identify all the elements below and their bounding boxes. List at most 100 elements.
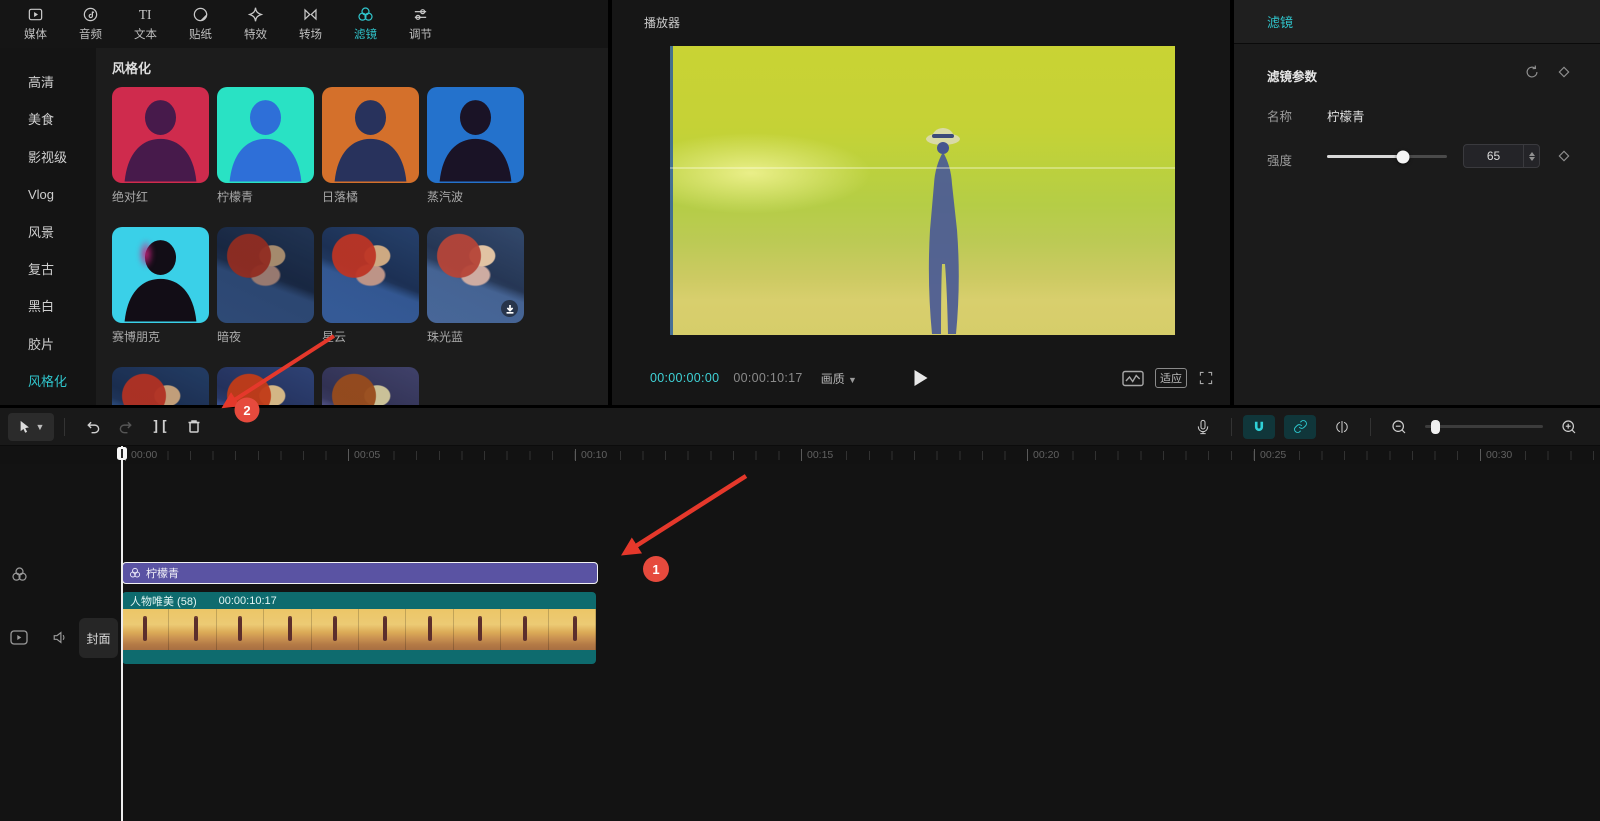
person-silhouette-icon	[112, 227, 209, 323]
filter-card[interactable]: 柠檬青	[217, 87, 314, 205]
filter-card[interactable]: 暗夜	[217, 227, 314, 345]
redo-button[interactable]	[109, 419, 143, 435]
tab-effects[interactable]: 特效	[228, 6, 283, 42]
category-hd[interactable]: 高清	[0, 64, 96, 101]
filter-card[interactable]: 珠光蓝	[427, 227, 524, 345]
trash-icon	[186, 418, 202, 435]
strength-slider[interactable]	[1327, 155, 1447, 158]
total-duration: 00:00:10:17	[733, 371, 802, 385]
snap-magnet-toggle[interactable]	[1243, 415, 1275, 439]
undo-button[interactable]	[75, 419, 109, 435]
filter-card[interactable]	[217, 367, 314, 405]
tab-sticker-label: 贴纸	[189, 26, 212, 42]
cover-button[interactable]: 封面	[79, 618, 118, 658]
tab-transition[interactable]: 转场	[283, 6, 338, 42]
record-voiceover-button[interactable]	[1186, 418, 1220, 436]
filter-card[interactable]: 赛博朋克	[112, 227, 209, 345]
zoom-in-button[interactable]	[1552, 419, 1586, 435]
tab-filters[interactable]: 滤镜	[338, 6, 393, 42]
video-clip[interactable]: 人物唯美 (58) 00:00:10:17	[122, 592, 596, 664]
fullscreen-icon[interactable]	[1198, 370, 1214, 386]
filter-card[interactable]	[322, 367, 419, 405]
filter-card[interactable]: 星云	[322, 227, 419, 345]
inspector-tab-filter[interactable]: 滤镜	[1267, 12, 1293, 31]
reset-icon[interactable]	[1524, 64, 1540, 80]
stepper-down-icon[interactable]	[1529, 157, 1535, 161]
category-food[interactable]: 美食	[0, 101, 96, 138]
slider-knob[interactable]	[1396, 150, 1409, 163]
mute-track-icon[interactable]	[52, 630, 68, 650]
svg-text:TI: TI	[139, 7, 151, 22]
filter-card[interactable]: 绝对红	[112, 87, 209, 205]
text-icon: TI	[137, 6, 154, 23]
select-tool-button[interactable]: ▼	[8, 413, 54, 441]
filter-grid: 风格化 绝对红 柠檬青 日落橘 蒸汽波	[96, 48, 608, 405]
preview-axis-toggle[interactable]	[1325, 419, 1359, 435]
stepper-up-icon[interactable]	[1529, 152, 1535, 156]
inspector-panel: 滤镜 滤镜参数 名称 柠檬青 强度	[1234, 0, 1600, 405]
timeline-toolbar: ▼ ][	[0, 408, 1600, 446]
fit-button[interactable]: 适应	[1155, 368, 1187, 388]
delete-button[interactable]	[177, 418, 211, 435]
keyframe-icon[interactable]	[1556, 64, 1572, 80]
player-controls: 00:00:00:00 00:00:10:17 画质 ▼ 适应	[612, 363, 1230, 393]
stepper-control[interactable]	[1523, 145, 1539, 167]
neon-glow	[138, 239, 154, 269]
player-panel: 播放器 00:00:00:00 00:00:10:17 画质 ▼ 适应	[612, 0, 1230, 405]
filter-track-icon	[11, 566, 28, 588]
filter-card[interactable]: 蒸汽波	[427, 87, 524, 205]
playhead[interactable]	[121, 446, 123, 821]
filter-card[interactable]	[112, 367, 209, 405]
tab-text[interactable]: TI 文本	[118, 6, 173, 42]
filter-icon	[129, 567, 141, 579]
current-time: 00:00:00:00	[650, 371, 719, 385]
cursor-icon	[18, 419, 32, 434]
ruler-label: 00:05	[348, 449, 380, 461]
category-bw[interactable]: 黑白	[0, 288, 96, 325]
zoom-slider-knob[interactable]	[1431, 420, 1440, 434]
person-silhouette-icon	[217, 87, 314, 183]
strength-input[interactable]: 65	[1463, 144, 1540, 168]
filter-clip[interactable]: 柠檬青	[122, 562, 598, 584]
media-library-panel: 媒体 音频 TI 文本 贴纸 特效 转场	[0, 0, 608, 405]
video-clip-header: 人物唯美 (58) 00:00:10:17	[122, 592, 596, 609]
slider-fill	[1327, 155, 1403, 158]
quality-dropdown[interactable]: 画质 ▼	[821, 370, 857, 387]
category-vlog[interactable]: Vlog	[0, 176, 96, 213]
tab-adjust[interactable]: 调节	[393, 6, 448, 42]
ruler-label: 00:25	[1254, 449, 1286, 461]
link-toggle[interactable]	[1284, 415, 1316, 439]
filter-params-title: 滤镜参数	[1267, 66, 1317, 85]
tab-media-label: 媒体	[24, 26, 47, 42]
filter-category-list: 高清 美食 影视级 Vlog 风景 复古 黑白 胶片 风格化	[0, 48, 96, 405]
category-scenery[interactable]: 风景	[0, 214, 96, 251]
category-stylized[interactable]: 风格化	[0, 363, 96, 400]
tab-filters-label: 滤镜	[354, 26, 377, 42]
timeline-zoom-slider[interactable]	[1425, 425, 1543, 428]
category-retro[interactable]: 复古	[0, 251, 96, 288]
transition-icon	[302, 6, 319, 23]
tab-sticker[interactable]: 贴纸	[173, 6, 228, 42]
category-film[interactable]: 胶片	[0, 326, 96, 363]
tab-media[interactable]: 媒体	[8, 6, 63, 42]
filter-name-value: 柠檬青	[1327, 106, 1365, 125]
video-track-icon[interactable]	[10, 630, 28, 650]
zoom-out-button[interactable]	[1382, 419, 1416, 435]
timeline-ruler[interactable]: 00:00 00:05 00:10 00:15 00:20 00:25 00:3…	[0, 446, 1600, 464]
woman-silhouette	[917, 124, 973, 335]
split-button[interactable]: ][	[143, 419, 177, 435]
play-button[interactable]	[915, 370, 928, 386]
category-cinematic[interactable]: 影视级	[0, 139, 96, 176]
playhead-handle[interactable]	[117, 447, 127, 460]
filter-icon	[357, 6, 374, 23]
filter-name: 珠光蓝	[427, 328, 524, 345]
tab-audio[interactable]: 音频	[63, 6, 118, 42]
scopes-icon[interactable]	[1122, 370, 1144, 387]
filter-card[interactable]: 日落橘	[322, 87, 419, 205]
effects-icon	[247, 6, 264, 23]
download-icon[interactable]	[501, 300, 518, 317]
ruler-label: 00:15	[801, 449, 833, 461]
keyframe-icon[interactable]	[1556, 148, 1572, 164]
tab-adjust-label: 调节	[409, 26, 432, 42]
tab-audio-label: 音频	[79, 26, 102, 42]
